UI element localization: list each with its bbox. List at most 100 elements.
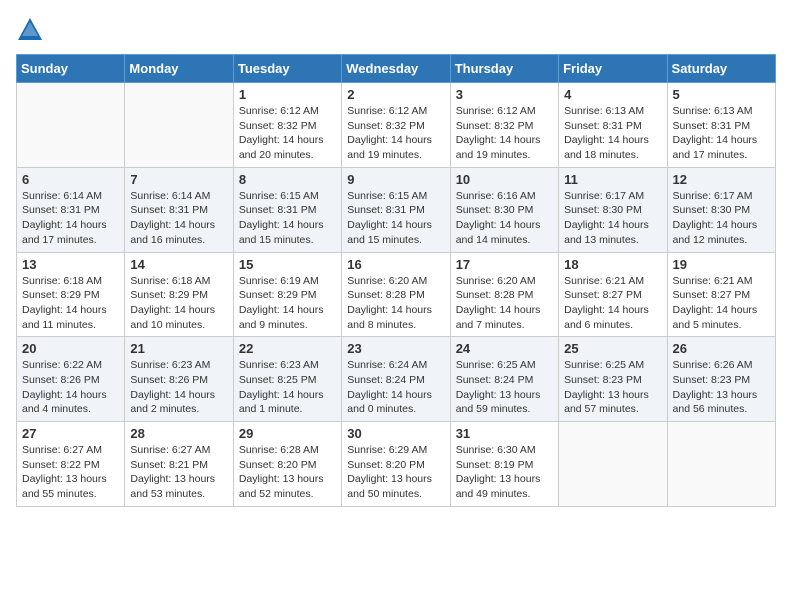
weekday-header-wednesday: Wednesday	[342, 55, 450, 83]
day-number: 8	[239, 172, 336, 187]
day-info: Sunrise: 6:21 AM Sunset: 8:27 PM Dayligh…	[673, 274, 770, 333]
day-number: 1	[239, 87, 336, 102]
calendar-week-row: 20 Sunrise: 6:22 AM Sunset: 8:26 PM Dayli…	[17, 337, 776, 422]
day-info: Sunrise: 6:15 AM Sunset: 8:31 PM Dayligh…	[239, 189, 336, 248]
calendar-cell: 2Sunrise: 6:12 AM Sunset: 8:32 PM Daylig…	[342, 83, 450, 168]
day-info: Sunrise: 6:18 AM Sunset: 8:29 PM Dayligh…	[130, 274, 227, 333]
day-number: 21	[130, 341, 227, 356]
calendar-cell: 19 Sunrise: 6:21 AM Sunset: 8:27 PM Dayli…	[667, 252, 775, 337]
day-info: Sunrise: 6:18 AM Sunset: 8:29 PM Dayligh…	[22, 274, 119, 333]
calendar-week-row: 1 Sunrise: 6:12 AM Sunset: 8:32 PM Daylig…	[17, 83, 776, 168]
day-number: 25	[564, 341, 661, 356]
day-info: Sunrise: 6:23 AM Sunset: 8:26 PM Dayligh…	[130, 358, 227, 417]
calendar-cell: 27 Sunrise: 6:27 AM Sunset: 8:22 PM Dayli…	[17, 422, 125, 507]
day-number: 4	[564, 87, 661, 102]
day-info: Sunrise: 6:26 AM Sunset: 8:23 PM Dayligh…	[673, 358, 770, 417]
day-number: 3	[456, 87, 553, 102]
day-number: 27	[22, 426, 119, 441]
weekday-header-monday: Monday	[125, 55, 233, 83]
calendar-cell: 4 Sunrise: 6:13 AM Sunset: 8:31 PM Daylig…	[559, 83, 667, 168]
day-info: Sunrise: 6:19 AM Sunset: 8:29 PM Dayligh…	[239, 274, 336, 333]
calendar-cell	[667, 422, 775, 507]
day-number: 6	[22, 172, 119, 187]
day-info: Sunrise: 6:20 AM Sunset: 8:28 PM Dayligh…	[456, 274, 553, 333]
calendar-cell: 22 Sunrise: 6:23 AM Sunset: 8:25 PM Dayli…	[233, 337, 341, 422]
day-number: 20	[22, 341, 119, 356]
day-info: Sunrise: 6:27 AM Sunset: 8:22 PM Dayligh…	[22, 443, 119, 502]
day-number: 12	[673, 172, 770, 187]
day-number: 30	[347, 426, 444, 441]
calendar-cell	[559, 422, 667, 507]
logo-icon	[16, 16, 44, 44]
calendar-cell: 6 Sunrise: 6:14 AM Sunset: 8:31 PM Daylig…	[17, 167, 125, 252]
day-number: 19	[673, 257, 770, 272]
calendar-cell: 5Sunrise: 6:13 AM Sunset: 8:31 PM Daylig…	[667, 83, 775, 168]
calendar-cell	[125, 83, 233, 168]
weekday-header-saturday: Saturday	[667, 55, 775, 83]
calendar-cell: 25 Sunrise: 6:25 AM Sunset: 8:23 PM Dayli…	[559, 337, 667, 422]
day-number: 18	[564, 257, 661, 272]
day-info: Sunrise: 6:29 AM Sunset: 8:20 PM Dayligh…	[347, 443, 444, 502]
calendar-cell: 24Sunrise: 6:25 AM Sunset: 8:24 PM Dayli…	[450, 337, 558, 422]
day-number: 29	[239, 426, 336, 441]
calendar-cell: 30 Sunrise: 6:29 AM Sunset: 8:20 PM Dayli…	[342, 422, 450, 507]
day-number: 17	[456, 257, 553, 272]
calendar-cell: 7 Sunrise: 6:14 AM Sunset: 8:31 PM Daylig…	[125, 167, 233, 252]
day-info: Sunrise: 6:17 AM Sunset: 8:30 PM Dayligh…	[673, 189, 770, 248]
day-number: 13	[22, 257, 119, 272]
calendar-cell: 8 Sunrise: 6:15 AM Sunset: 8:31 PM Daylig…	[233, 167, 341, 252]
calendar-cell: 29 Sunrise: 6:28 AM Sunset: 8:20 PM Dayli…	[233, 422, 341, 507]
day-info: Sunrise: 6:17 AM Sunset: 8:30 PM Dayligh…	[564, 189, 661, 248]
day-info: Sunrise: 6:12 AM Sunset: 8:32 PM Dayligh…	[239, 104, 336, 163]
calendar-cell: 11Sunrise: 6:17 AM Sunset: 8:30 PM Dayli…	[559, 167, 667, 252]
day-number: 28	[130, 426, 227, 441]
day-number: 23	[347, 341, 444, 356]
calendar-cell	[17, 83, 125, 168]
day-info: Sunrise: 6:25 AM Sunset: 8:23 PM Dayligh…	[564, 358, 661, 417]
day-info: Sunrise: 6:15 AM Sunset: 8:31 PM Dayligh…	[347, 189, 444, 248]
day-number: 31	[456, 426, 553, 441]
calendar-week-row: 6 Sunrise: 6:14 AM Sunset: 8:31 PM Daylig…	[17, 167, 776, 252]
day-number: 24	[456, 341, 553, 356]
day-number: 7	[130, 172, 227, 187]
day-number: 14	[130, 257, 227, 272]
calendar-cell: 1 Sunrise: 6:12 AM Sunset: 8:32 PM Daylig…	[233, 83, 341, 168]
logo	[16, 16, 48, 44]
calendar-cell: 13 Sunrise: 6:18 AM Sunset: 8:29 PM Dayli…	[17, 252, 125, 337]
day-info: Sunrise: 6:27 AM Sunset: 8:21 PM Dayligh…	[130, 443, 227, 502]
day-info: Sunrise: 6:22 AM Sunset: 8:26 PM Dayligh…	[22, 358, 119, 417]
day-info: Sunrise: 6:23 AM Sunset: 8:25 PM Dayligh…	[239, 358, 336, 417]
day-info: Sunrise: 6:16 AM Sunset: 8:30 PM Dayligh…	[456, 189, 553, 248]
day-info: Sunrise: 6:14 AM Sunset: 8:31 PM Dayligh…	[22, 189, 119, 248]
calendar-header-row: SundayMondayTuesdayWednesdayThursdayFrid…	[17, 55, 776, 83]
day-number: 26	[673, 341, 770, 356]
calendar-table: SundayMondayTuesdayWednesdayThursdayFrid…	[16, 54, 776, 507]
calendar-cell: 17 Sunrise: 6:20 AM Sunset: 8:28 PM Dayli…	[450, 252, 558, 337]
calendar-cell: 16 Sunrise: 6:20 AM Sunset: 8:28 PM Dayli…	[342, 252, 450, 337]
day-info: Sunrise: 6:28 AM Sunset: 8:20 PM Dayligh…	[239, 443, 336, 502]
page-header	[16, 16, 776, 44]
day-info: Sunrise: 6:30 AM Sunset: 8:19 PM Dayligh…	[456, 443, 553, 502]
day-number: 15	[239, 257, 336, 272]
day-info: Sunrise: 6:20 AM Sunset: 8:28 PM Dayligh…	[347, 274, 444, 333]
calendar-cell: 15 Sunrise: 6:19 AM Sunset: 8:29 PM Dayli…	[233, 252, 341, 337]
calendar-cell: 21 Sunrise: 6:23 AM Sunset: 8:26 PM Dayli…	[125, 337, 233, 422]
calendar-cell: 26 Sunrise: 6:26 AM Sunset: 8:23 PM Dayli…	[667, 337, 775, 422]
weekday-header-thursday: Thursday	[450, 55, 558, 83]
calendar-cell: 31 Sunrise: 6:30 AM Sunset: 8:19 PM Dayli…	[450, 422, 558, 507]
calendar-cell: 23 Sunrise: 6:24 AM Sunset: 8:24 PM Dayli…	[342, 337, 450, 422]
calendar-week-row: 27 Sunrise: 6:27 AM Sunset: 8:22 PM Dayli…	[17, 422, 776, 507]
day-number: 10	[456, 172, 553, 187]
calendar-cell: 3Sunrise: 6:12 AM Sunset: 8:32 PM Daylig…	[450, 83, 558, 168]
day-info: Sunrise: 6:13 AM Sunset: 8:31 PM Dayligh…	[673, 104, 770, 163]
day-info: Sunrise: 6:24 AM Sunset: 8:24 PM Dayligh…	[347, 358, 444, 417]
day-info: Sunrise: 6:13 AM Sunset: 8:31 PM Dayligh…	[564, 104, 661, 163]
day-info: Sunrise: 6:21 AM Sunset: 8:27 PM Dayligh…	[564, 274, 661, 333]
calendar-cell: 12 Sunrise: 6:17 AM Sunset: 8:30 PM Dayli…	[667, 167, 775, 252]
calendar-cell: 9Sunrise: 6:15 AM Sunset: 8:31 PM Daylig…	[342, 167, 450, 252]
day-number: 16	[347, 257, 444, 272]
day-number: 22	[239, 341, 336, 356]
day-number: 2	[347, 87, 444, 102]
calendar-cell: 20 Sunrise: 6:22 AM Sunset: 8:26 PM Dayli…	[17, 337, 125, 422]
day-info: Sunrise: 6:14 AM Sunset: 8:31 PM Dayligh…	[130, 189, 227, 248]
